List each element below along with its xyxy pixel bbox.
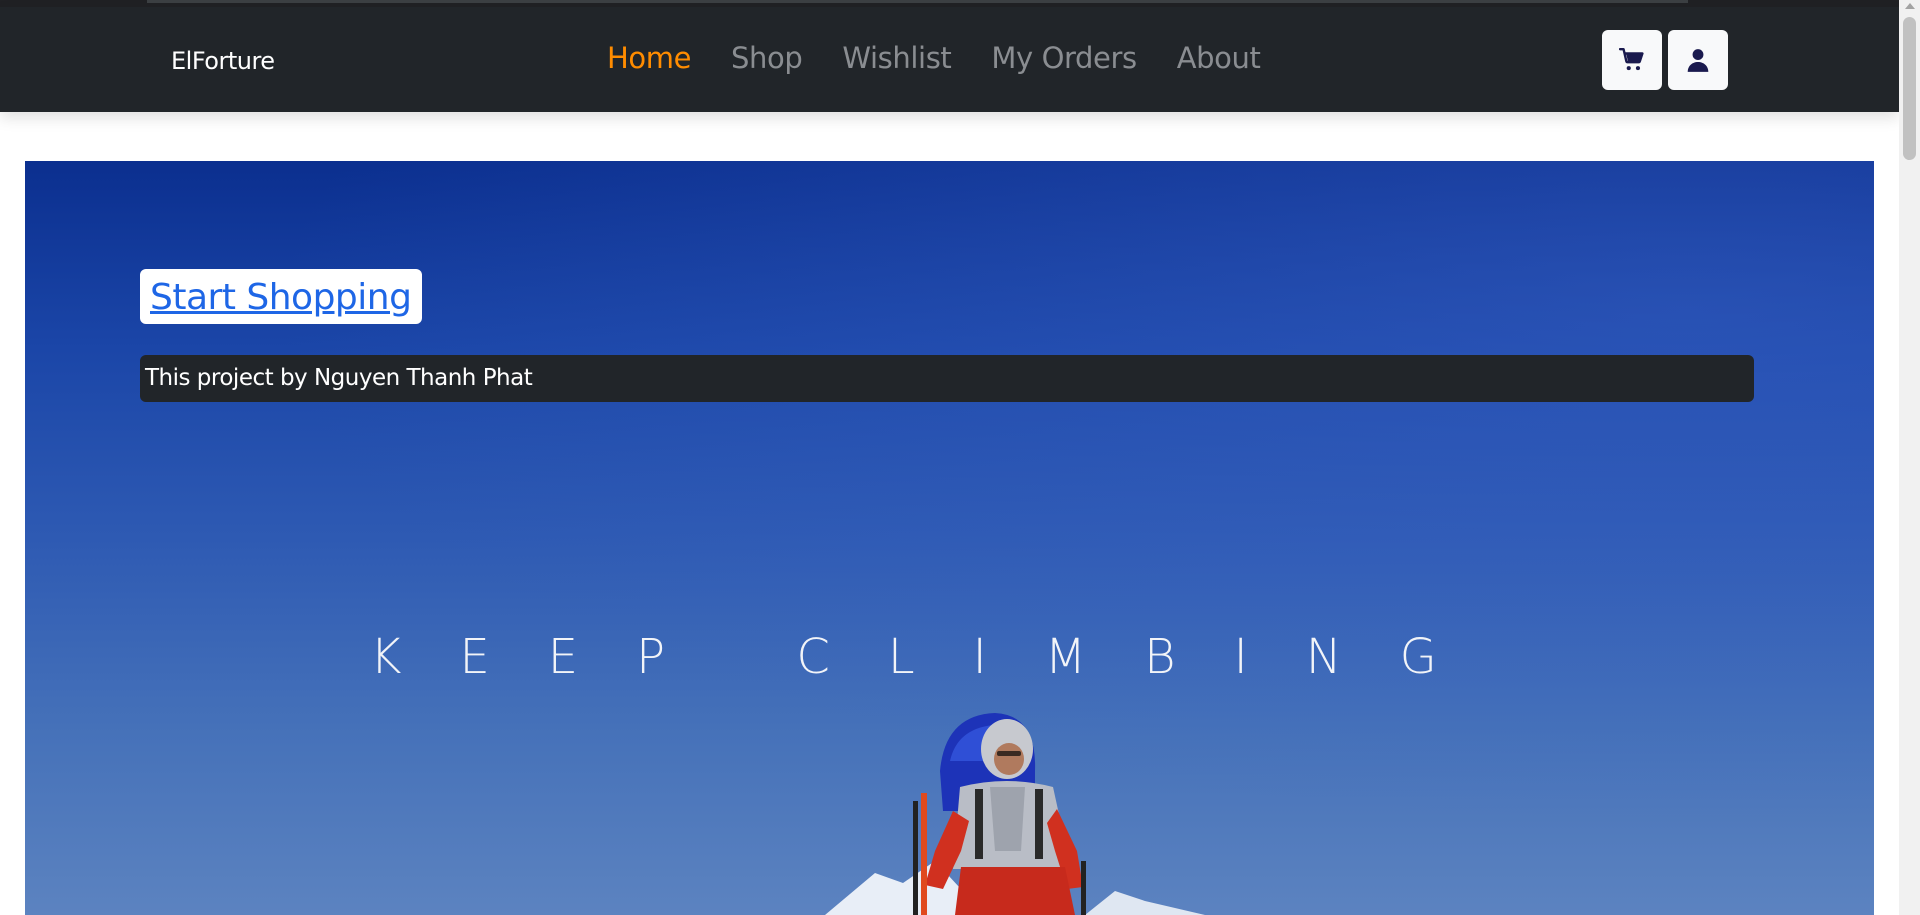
nav-links: Home Shop Wishlist My Orders About [607, 41, 1261, 75]
nav-link-shop[interactable]: Shop [731, 41, 803, 75]
cart-button[interactable] [1602, 30, 1662, 90]
browser-top-strip-inner [147, 0, 1688, 3]
hero-slogan: KEEP CLIMBING [370, 629, 1495, 685]
vertical-scrollbar[interactable] [1899, 0, 1920, 915]
brand-logo[interactable]: ElForture [171, 47, 275, 75]
scroll-up-arrow-icon[interactable] [1905, 3, 1915, 9]
climber-image [825, 713, 1205, 915]
hero-banner: Start Shopping This project by Nguyen Th… [25, 161, 1874, 915]
user-icon [1687, 49, 1709, 72]
navbar: ElForture Home Shop Wishlist My Orders A… [0, 7, 1899, 112]
user-button[interactable] [1668, 30, 1728, 90]
page: ElForture Home Shop Wishlist My Orders A… [0, 0, 1920, 915]
scrollbar-thumb[interactable] [1903, 17, 1916, 160]
nav-link-home[interactable]: Home [607, 41, 691, 75]
browser-top-strip [0, 0, 1899, 7]
start-shopping-button[interactable]: Start Shopping [140, 269, 423, 324]
nav-link-wishlist[interactable]: Wishlist [842, 41, 951, 75]
shopping-cart-icon [1619, 47, 1644, 71]
nav-link-my-orders[interactable]: My Orders [991, 41, 1137, 75]
project-caption: This project by Nguyen Thanh Phat [140, 355, 1754, 402]
nav-link-about[interactable]: About [1177, 41, 1261, 75]
